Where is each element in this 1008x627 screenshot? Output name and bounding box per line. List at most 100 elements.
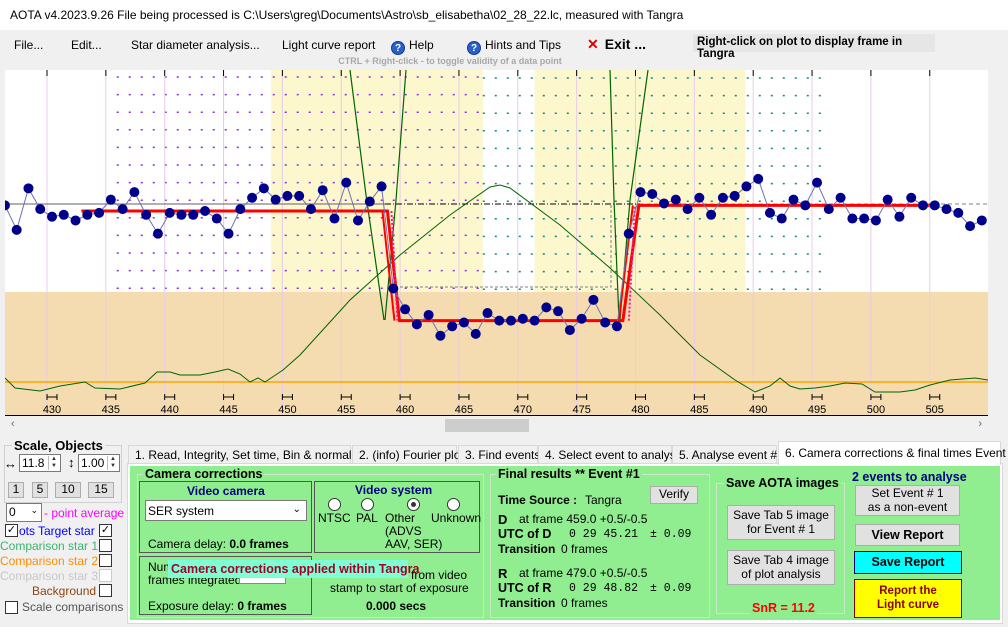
scale-title: Scale, Objects bbox=[12, 438, 105, 453]
radio-unknown[interactable] bbox=[447, 498, 460, 511]
data-point bbox=[823, 204, 834, 215]
scale-button-5[interactable]: 5 bbox=[32, 482, 48, 498]
menu-star-diameter[interactable]: Star diameter analysis... bbox=[131, 38, 260, 52]
data-point bbox=[729, 190, 740, 201]
comparison-star-1-checkbox[interactable] bbox=[99, 539, 112, 552]
background-checkbox[interactable] bbox=[99, 584, 112, 597]
utc-r-label: UTC of R bbox=[498, 581, 552, 595]
point-average-value: 0 bbox=[9, 505, 16, 519]
tab-select-event[interactable]: 4. Select event to analyse bbox=[538, 445, 682, 464]
save-images-title: Save AOTA images bbox=[724, 476, 841, 490]
radio-ntsc[interactable] bbox=[328, 498, 341, 511]
target-star-checkbox[interactable]: ✓ bbox=[99, 524, 112, 537]
scale-comparisons-checkbox[interactable] bbox=[5, 601, 18, 614]
point-average-label: - point average bbox=[44, 506, 125, 520]
menu-file[interactable]: File... bbox=[14, 38, 43, 52]
data-point bbox=[576, 313, 587, 324]
scrollbar-thumb[interactable] bbox=[445, 419, 529, 432]
data-point bbox=[623, 228, 634, 239]
close-icon: ✕ bbox=[587, 36, 599, 52]
data-point bbox=[305, 204, 316, 215]
report-line1: Report the bbox=[879, 585, 937, 598]
data-point bbox=[917, 200, 928, 211]
spinner-arrows-icon[interactable]: ▲ ▼ bbox=[48, 456, 59, 470]
comparison-star-3-label: Comparison star 3 bbox=[0, 569, 99, 583]
tick-label: 465 bbox=[455, 404, 473, 416]
comparison-star-3-checkbox[interactable] bbox=[99, 569, 112, 582]
camera-select[interactable]: SER system ⌄ bbox=[145, 500, 307, 521]
radio-other[interactable] bbox=[407, 498, 420, 511]
data-point bbox=[152, 228, 163, 239]
save-report-button[interactable]: Save Report bbox=[854, 551, 962, 574]
save-tab4-line1: Save Tab 4 image bbox=[733, 552, 829, 567]
tab-analyse-event[interactable]: 5. Analyse event #1 bbox=[672, 445, 784, 464]
tab-fourier-plot[interactable]: 2. (info) Fourier plot bbox=[352, 445, 464, 464]
view-report-button[interactable]: View Report bbox=[855, 524, 960, 546]
point-average-select[interactable]: 0 ⌄ bbox=[6, 503, 42, 522]
save-tab4-line2: of plot analysis bbox=[741, 566, 821, 581]
menu-help[interactable]: ? Help bbox=[391, 38, 434, 55]
d-transition-label: Transition bbox=[498, 542, 556, 556]
data-point bbox=[482, 308, 493, 319]
data-point bbox=[670, 194, 681, 205]
set-non-event-button[interactable]: Set Event # 1 as a non-event bbox=[855, 485, 960, 516]
data-point bbox=[812, 177, 823, 188]
spinner-arrows-icon[interactable]: ▲ ▼ bbox=[107, 456, 118, 470]
tick-label: 505 bbox=[926, 404, 944, 416]
r-transition-label: Transition bbox=[498, 596, 556, 610]
v-scale-spinner[interactable]: 1.00 ▲ ▼ bbox=[78, 454, 120, 472]
data-point bbox=[94, 207, 105, 218]
scale-button-10[interactable]: 10 bbox=[55, 482, 81, 498]
data-point bbox=[647, 188, 658, 199]
menu-light-curve-report[interactable]: Light curve report bbox=[282, 38, 375, 52]
data-point bbox=[129, 187, 140, 198]
save-tab5-button[interactable]: Save Tab 5 image for Event # 1 bbox=[727, 505, 835, 540]
data-point bbox=[588, 294, 599, 305]
light-curve-plot[interactable]: 430 435 440 445 450 455 460 465 470 475 480 485 490 4… bbox=[5, 70, 988, 416]
tab-read-integrity[interactable]: 1. Read, Integrity, Set time, Bin & norm… bbox=[128, 445, 367, 464]
scroll-left-icon[interactable]: ‹ bbox=[11, 418, 15, 430]
data-point bbox=[317, 185, 328, 196]
data-point bbox=[105, 194, 116, 205]
tab-camera-corrections[interactable]: 6. Camera corrections & final times Even… bbox=[778, 441, 1008, 465]
set-event-line1: Set Event # 1 bbox=[871, 485, 944, 500]
tick-label: 470 bbox=[514, 404, 532, 416]
utc-d-value: 0 29 45.21 bbox=[569, 528, 639, 541]
comparison-star-1-label: Comparison star 1 bbox=[0, 539, 99, 553]
video-system-title: Video system bbox=[355, 483, 433, 497]
verify-button[interactable]: Verify bbox=[650, 486, 698, 504]
unknown-label: Unknown bbox=[431, 511, 482, 525]
radio-pal[interactable] bbox=[361, 498, 374, 511]
comparison-star-2-checkbox[interactable] bbox=[99, 554, 112, 567]
data-point bbox=[435, 330, 446, 341]
data-point bbox=[211, 213, 222, 224]
plot-scrollbar[interactable]: ‹ › bbox=[5, 418, 988, 433]
data-point bbox=[788, 194, 799, 205]
data-point bbox=[776, 213, 787, 224]
scale-button-15[interactable]: 15 bbox=[88, 482, 114, 498]
save-tab4-button[interactable]: Save Tab 4 image of plot analysis bbox=[727, 550, 835, 585]
tangra-tooltip: Camera corrections applied within Tangra bbox=[168, 560, 419, 578]
report-light-curve-button[interactable]: Report the Light curve bbox=[854, 579, 962, 618]
menu-exit[interactable]: ✕ Exit ... bbox=[587, 36, 646, 53]
h-scale-value: 11.8 bbox=[22, 456, 45, 470]
tick-label: 455 bbox=[337, 404, 355, 416]
camera-delay-label: Camera delay: bbox=[148, 537, 230, 551]
h-scale-spinner[interactable]: 11.8 ▲ ▼ bbox=[19, 454, 61, 472]
data-point bbox=[764, 207, 775, 218]
plots-checkbox[interactable]: ✓ bbox=[5, 524, 18, 537]
data-point bbox=[741, 181, 752, 192]
scale-button-1[interactable]: 1 bbox=[8, 482, 24, 498]
tick-label: 440 bbox=[161, 404, 179, 416]
tab-find-events[interactable]: 3. Find events bbox=[458, 445, 540, 464]
data-point bbox=[953, 207, 964, 218]
scroll-right-icon[interactable]: › bbox=[978, 418, 982, 430]
d-frame: at frame 459.0 +0.5/-0.5 bbox=[519, 512, 648, 526]
event-level-zone bbox=[5, 292, 988, 416]
camera-delay: Camera delay: 0.0 frames bbox=[148, 537, 289, 551]
menu-hints[interactable]: ? Hints and Tips bbox=[467, 38, 561, 55]
menu-edit[interactable]: Edit... bbox=[71, 38, 102, 52]
exposure-delay-label: Exposure delay: bbox=[148, 599, 238, 613]
utc-d-label: UTC of D bbox=[498, 527, 552, 541]
camera-delay-value: 0.0 frames bbox=[229, 537, 289, 551]
